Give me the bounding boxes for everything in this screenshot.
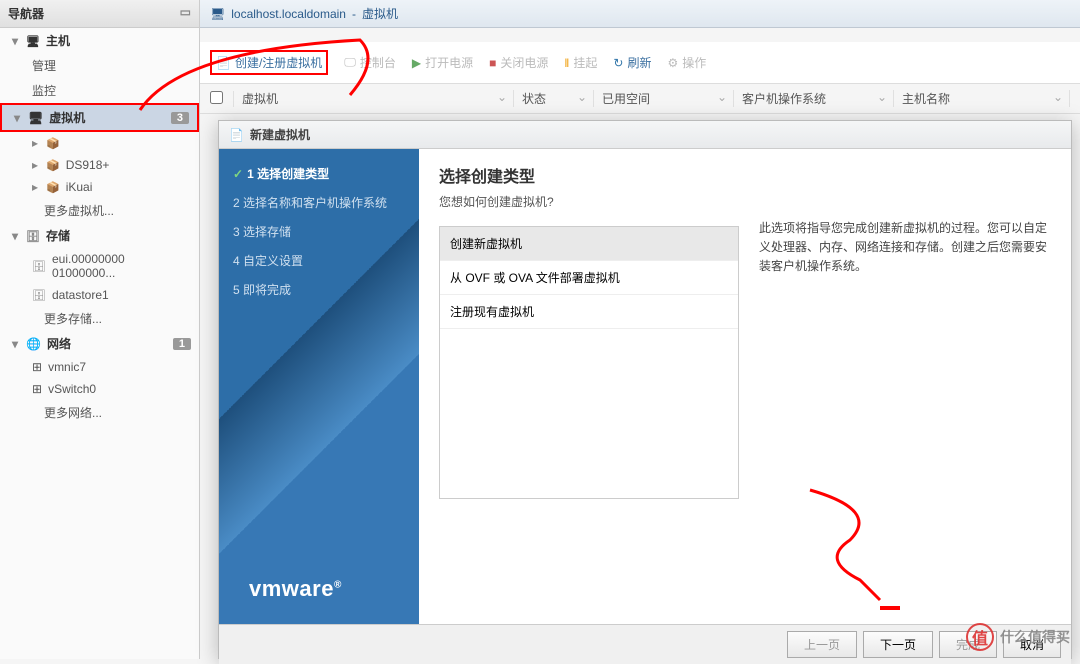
- host-label: 主机: [46, 32, 70, 49]
- wizard-step-1[interactable]: 1 选择创建类型: [219, 159, 419, 188]
- nav-vm-more[interactable]: 更多虚拟机...: [0, 198, 199, 223]
- col-guest[interactable]: 客户机操作系统⌄: [734, 90, 894, 107]
- sort-icon: ⌄: [497, 90, 507, 104]
- actions-button[interactable]: ⚙操作: [667, 54, 706, 71]
- next-button[interactable]: 下一页: [863, 631, 933, 658]
- suspend-button[interactable]: ‖挂起: [564, 54, 597, 71]
- modal-title: 新建虚拟机: [250, 126, 310, 143]
- new-vm-wizard-modal: 📄 新建虚拟机 1 选择创建类型 2 选择名称和客户机操作系统 3 选择存储 4…: [218, 120, 1072, 659]
- vm-item-icon: [46, 158, 60, 172]
- vm-table-header: 虚拟机⌄ 状态⌄ 已用空间⌄ 客户机操作系统⌄ 主机名称⌄: [200, 84, 1080, 114]
- nav-tree: ▾ 主机 管理 监控 ▾ 🖥 虚拟机 3 ▸ ▸DS918+ ▸iKuai 更多…: [0, 28, 199, 425]
- wizard-step-3[interactable]: 3 选择存储: [219, 217, 419, 246]
- navigator-sidebar: 导航器 ▭ ▾ 主机 管理 监控 ▾ 🖥 虚拟机 3 ▸ ▸DS918+ ▸iK…: [0, 0, 200, 659]
- nav-storage-item[interactable]: eui.00000000 01000000...: [0, 248, 199, 284]
- nav-vm[interactable]: ▾ 🖥 虚拟机 3: [0, 103, 199, 132]
- nav-storage-item[interactable]: datastore1: [0, 284, 199, 306]
- wizard-step-5[interactable]: 5 即将完成: [219, 275, 419, 304]
- nav-net-more[interactable]: 更多网络...: [0, 400, 199, 425]
- network-count-badge: 1: [173, 338, 191, 350]
- prev-button[interactable]: 上一页: [787, 631, 857, 658]
- col-status[interactable]: 状态⌄: [514, 90, 594, 107]
- sort-icon: ⌄: [717, 90, 727, 104]
- col-vm[interactable]: 虚拟机⌄: [234, 90, 514, 107]
- play-icon: ▶: [412, 56, 421, 70]
- wizard-step-2[interactable]: 2 选择名称和客户机操作系统: [219, 188, 419, 217]
- datastore-icon: [32, 288, 46, 302]
- col-hostname[interactable]: 主机名称⌄: [894, 90, 1070, 107]
- navigator-label: 导航器: [8, 7, 44, 21]
- console-icon: 🖵: [344, 55, 356, 70]
- caret-icon: ▾: [12, 34, 20, 48]
- sidebar-title: 导航器 ▭: [0, 0, 199, 28]
- nav-vm-item[interactable]: ▸: [0, 132, 199, 154]
- gear-icon: ⚙: [667, 56, 678, 70]
- nav-host[interactable]: ▾ 主机: [0, 28, 199, 53]
- storage-icon: [26, 229, 40, 243]
- wizard-step-4[interactable]: 4 自定义设置: [219, 246, 419, 275]
- vm-item-icon: [46, 136, 60, 150]
- pause-icon: ‖: [564, 56, 569, 70]
- modal-title-bar: 📄 新建虚拟机: [219, 121, 1071, 149]
- sort-icon: ⌄: [1053, 90, 1063, 104]
- nav-network[interactable]: ▾ 🌐 网络 1: [0, 331, 199, 356]
- breadcrumb: 🖥 localhost.localdomain - 虚拟机: [200, 0, 1080, 28]
- vm-item-icon: [46, 180, 60, 194]
- nav-storage-more[interactable]: 更多存储...: [0, 306, 199, 331]
- modal-footer: 上一页 下一页 完成 取消: [219, 624, 1071, 664]
- vmware-logo: vmware®: [249, 576, 342, 602]
- nav-vm-item[interactable]: ▸DS918+: [0, 154, 199, 176]
- caret-icon: ▾: [14, 111, 22, 125]
- vm-label: 虚拟机: [49, 109, 85, 126]
- col-used[interactable]: 已用空间⌄: [594, 90, 734, 107]
- nav-host-manage[interactable]: 管理: [0, 53, 199, 78]
- option-create-new-vm[interactable]: 创建新虚拟机: [440, 227, 738, 261]
- collapse-icon[interactable]: ▭: [180, 5, 191, 19]
- network-label: 网络: [47, 335, 71, 352]
- add-icon: 📄: [216, 56, 231, 70]
- create-vm-button[interactable]: 📄 创建/注册虚拟机: [210, 50, 328, 75]
- breadcrumb-section: 虚拟机: [362, 5, 398, 22]
- wizard-steps-nav: 1 选择创建类型 2 选择名称和客户机操作系统 3 选择存储 4 自定义设置 5…: [219, 149, 419, 624]
- toolbar: 📄 创建/注册虚拟机 🖵控制台 ▶打开电源 ■关闭电源 ‖挂起 ↻刷新 ⚙操作: [200, 42, 1080, 84]
- poweroff-button[interactable]: ■关闭电源: [489, 54, 548, 71]
- step-heading: 选择创建类型: [439, 163, 739, 187]
- poweron-button[interactable]: ▶打开电源: [412, 54, 473, 71]
- nic-icon: ⊞: [32, 360, 42, 374]
- step-subtitle: 您想如何创建虚拟机?: [439, 193, 739, 210]
- datastore-icon: [32, 259, 46, 273]
- nav-net-item[interactable]: ⊞vSwitch0: [0, 378, 199, 400]
- console-button[interactable]: 🖵控制台: [344, 54, 396, 71]
- refresh-icon: ↻: [613, 56, 623, 70]
- option-register-existing[interactable]: 注册现有虚拟机: [440, 295, 738, 329]
- sort-icon: ⌄: [577, 90, 587, 104]
- select-all-checkbox[interactable]: [210, 91, 223, 104]
- refresh-button[interactable]: ↻刷新: [613, 54, 651, 71]
- vswitch-icon: ⊞: [32, 382, 42, 396]
- host-icon: 🖥: [210, 7, 225, 21]
- wizard-content: 选择创建类型 您想如何创建虚拟机? 创建新虚拟机 从 OVF 或 OVA 文件部…: [419, 149, 1071, 624]
- watermark-icon: 值: [966, 623, 994, 651]
- option-description: 此选项将指导您完成创建新虚拟机的过程。您可以自定义处理器、内存、网络连接和存储。…: [759, 219, 1051, 277]
- nav-vm-item[interactable]: ▸iKuai: [0, 176, 199, 198]
- stop-icon: ■: [489, 56, 496, 70]
- nav-host-monitor[interactable]: 监控: [0, 78, 199, 103]
- caret-icon: ▾: [12, 229, 20, 243]
- breadcrumb-host[interactable]: localhost.localdomain: [231, 7, 346, 21]
- watermark-text: 什么值得买: [1000, 627, 1070, 647]
- watermark: 值 什么值得买: [966, 623, 1070, 651]
- network-icon: 🌐: [26, 337, 41, 351]
- sort-icon: ⌄: [877, 90, 887, 104]
- vm-count-badge: 3: [171, 112, 189, 124]
- nav-storage[interactable]: ▾ 存储: [0, 223, 199, 248]
- host-icon: [26, 34, 40, 48]
- wizard-icon: 📄: [229, 128, 244, 142]
- storage-label: 存储: [46, 227, 70, 244]
- creation-type-options: 创建新虚拟机 从 OVF 或 OVA 文件部署虚拟机 注册现有虚拟机: [439, 226, 739, 499]
- nav-net-item[interactable]: ⊞vmnic7: [0, 356, 199, 378]
- option-deploy-ovf-ova[interactable]: 从 OVF 或 OVA 文件部署虚拟机: [440, 261, 738, 295]
- vm-icon: 🖥: [28, 111, 43, 125]
- caret-icon: ▾: [12, 337, 20, 351]
